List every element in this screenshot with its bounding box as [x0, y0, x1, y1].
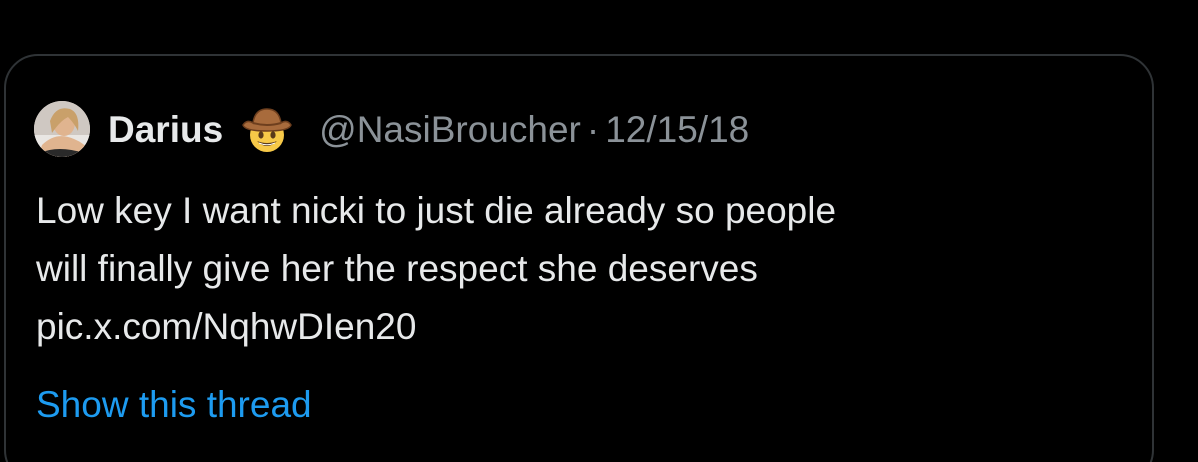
cowboy-hat-face-icon	[241, 103, 293, 155]
avatar[interactable]	[34, 101, 90, 157]
tweet-text-line: will finally give her the respect she de…	[36, 248, 758, 289]
quoted-tweet-header: Darius @NasiBroucher · 12/15/18	[34, 100, 749, 158]
tweet-media-link[interactable]: pic.x.com/NqhwDIen20	[36, 298, 1126, 356]
user-handle[interactable]: @NasiBroucher	[319, 111, 581, 148]
display-name[interactable]: Darius	[108, 111, 223, 148]
separator-dot: ·	[586, 108, 600, 150]
tweet-text-line: Low key I want nicki to just die already…	[36, 190, 837, 231]
screen: Darius @NasiBroucher · 12/15/18 Low key …	[0, 0, 1198, 462]
tweet-date[interactable]: 12/15/18	[605, 111, 749, 148]
show-thread-link[interactable]: Show this thread	[36, 380, 312, 430]
tweet-body: Low key I want nicki to just die already…	[36, 182, 1126, 356]
